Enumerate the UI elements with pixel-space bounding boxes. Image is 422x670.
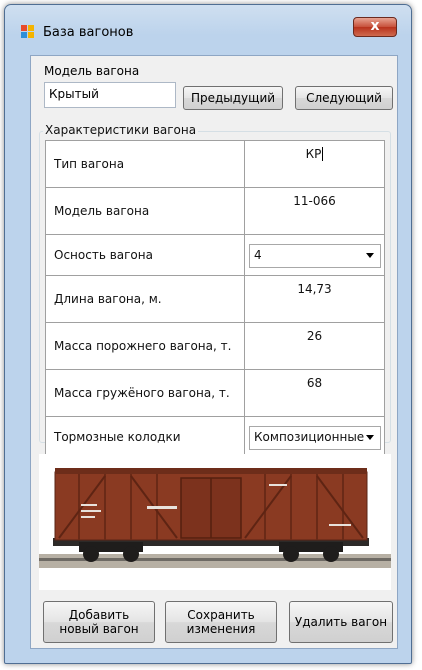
app-icon xyxy=(21,25,35,39)
delete-wagon-button[interactable]: Удалить вагон xyxy=(289,601,393,643)
table-row: Масса порожнего вагона, т. 26 xyxy=(44,322,385,370)
model-label: Модель вагона xyxy=(44,64,140,78)
window-title: База вагонов xyxy=(43,25,134,40)
table-row: Масса гружёного вагона, т. 68 xyxy=(44,369,385,417)
row-label-empty-mass: Масса порожнего вагона, т. xyxy=(44,322,246,370)
row-label-axles: Осность вагона xyxy=(44,234,246,276)
add-wagon-button[interactable]: Добавить новый вагон xyxy=(43,601,155,643)
title-bar: База вагонов x xyxy=(5,5,411,55)
previous-button[interactable]: Предыдущий xyxy=(183,86,283,110)
axles-select-value: 4 xyxy=(254,248,262,262)
main-window: База вагонов x Модель вагона Крытый Пред… xyxy=(4,4,412,664)
model-input[interactable]: Крытый xyxy=(44,82,176,108)
table-row: Тип вагона КР xyxy=(44,140,385,188)
empty-mass-value-field[interactable]: 26 xyxy=(244,322,385,370)
model-value-field[interactable]: 11-066 xyxy=(244,187,385,235)
table-row: Тормозные колодки Композиционные xyxy=(44,416,385,458)
row-label-loaded-mass: Масса гружёного вагона, т. xyxy=(44,369,246,417)
table-row: Модель вагона 11-066 xyxy=(44,187,385,235)
table-row: Осность вагона 4 xyxy=(44,234,385,276)
form-client-area: Модель вагона Крытый Предыдущий Следующи… xyxy=(30,55,398,649)
next-button[interactable]: Следующий xyxy=(295,86,393,110)
close-icon: x xyxy=(370,18,380,34)
type-value-field[interactable]: КР xyxy=(244,140,385,188)
brake-shoes-select-value: Композиционные xyxy=(254,430,365,444)
loaded-mass-value-field[interactable]: 68 xyxy=(244,369,385,417)
row-label-brake-shoes: Тормозные колодки xyxy=(44,416,246,458)
length-value-field[interactable]: 14,73 xyxy=(244,275,385,323)
characteristics-title: Характеристики вагона xyxy=(43,123,199,137)
row-label-model: Модель вагона xyxy=(44,187,246,235)
chevron-down-icon xyxy=(366,253,374,258)
brake-shoes-select[interactable]: Композиционные xyxy=(249,426,381,450)
close-button[interactable]: x xyxy=(353,17,397,37)
axles-select[interactable]: 4 xyxy=(249,244,381,268)
row-label-type: Тип вагона xyxy=(44,140,246,188)
row-label-length: Длина вагона, м. xyxy=(44,275,246,323)
save-changes-button[interactable]: Сохранить изменения xyxy=(165,601,277,643)
wagon-photo xyxy=(39,454,391,590)
chevron-down-icon xyxy=(366,435,374,440)
characteristics-table: Тип вагона КР Модель вагона 11-066 Оснос… xyxy=(44,140,385,458)
table-row: Длина вагона, м. 14,73 xyxy=(44,275,385,323)
